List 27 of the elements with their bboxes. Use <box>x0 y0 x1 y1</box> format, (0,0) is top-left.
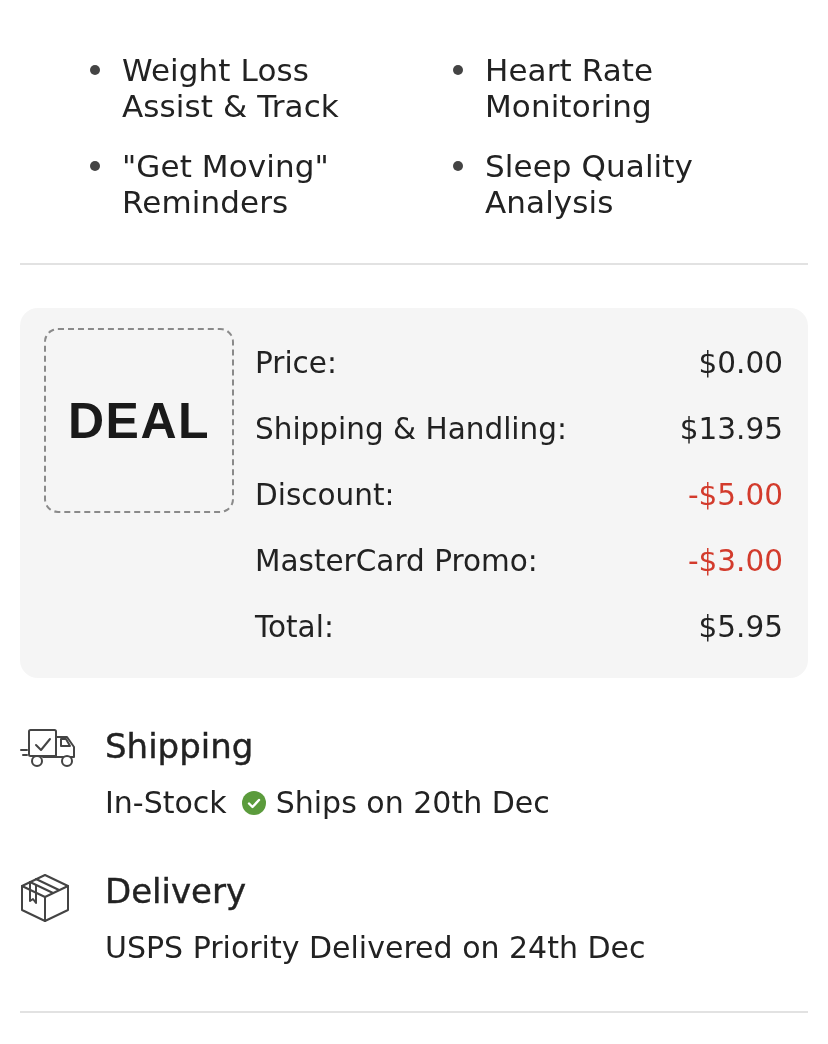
check-circle-icon <box>241 791 266 815</box>
price-value: -$3.00 <box>687 544 783 578</box>
delivery-detail-text: USPS Priority Delivered on 24th Dec <box>105 929 646 967</box>
ship-date-text: Ships on 20th Dec <box>275 784 550 822</box>
price-value: -$5.00 <box>687 478 783 512</box>
stock-status-text: In-Stock <box>105 784 227 822</box>
feature-text: Sleep Quality Analysis <box>485 148 695 220</box>
feature-text: "Get Moving" Reminders <box>122 148 330 220</box>
feature-text: Weight Loss Assist & Track <box>122 52 340 124</box>
price-label: Discount: <box>255 478 395 512</box>
truck-icon <box>20 728 78 768</box>
price-label: Shipping & Handling: <box>255 412 567 446</box>
box-icon <box>20 873 70 923</box>
bullet-icon <box>90 65 100 75</box>
price-value: $5.95 <box>698 610 783 644</box>
deal-badge: DEAL <box>44 328 234 513</box>
section-title: Shipping <box>105 726 255 766</box>
price-label: MasterCard Promo: <box>255 544 538 578</box>
price-label: Price: <box>255 346 337 380</box>
feature-text: Heart Rate Monitoring <box>485 52 655 124</box>
bullet-icon <box>453 65 463 75</box>
price-label: Total: <box>255 610 334 644</box>
section-title: Delivery <box>105 871 248 911</box>
price-value: $0.00 <box>698 346 783 380</box>
bullet-icon <box>453 161 463 171</box>
price-value: $13.95 <box>679 412 783 446</box>
bullet-icon <box>90 161 100 171</box>
